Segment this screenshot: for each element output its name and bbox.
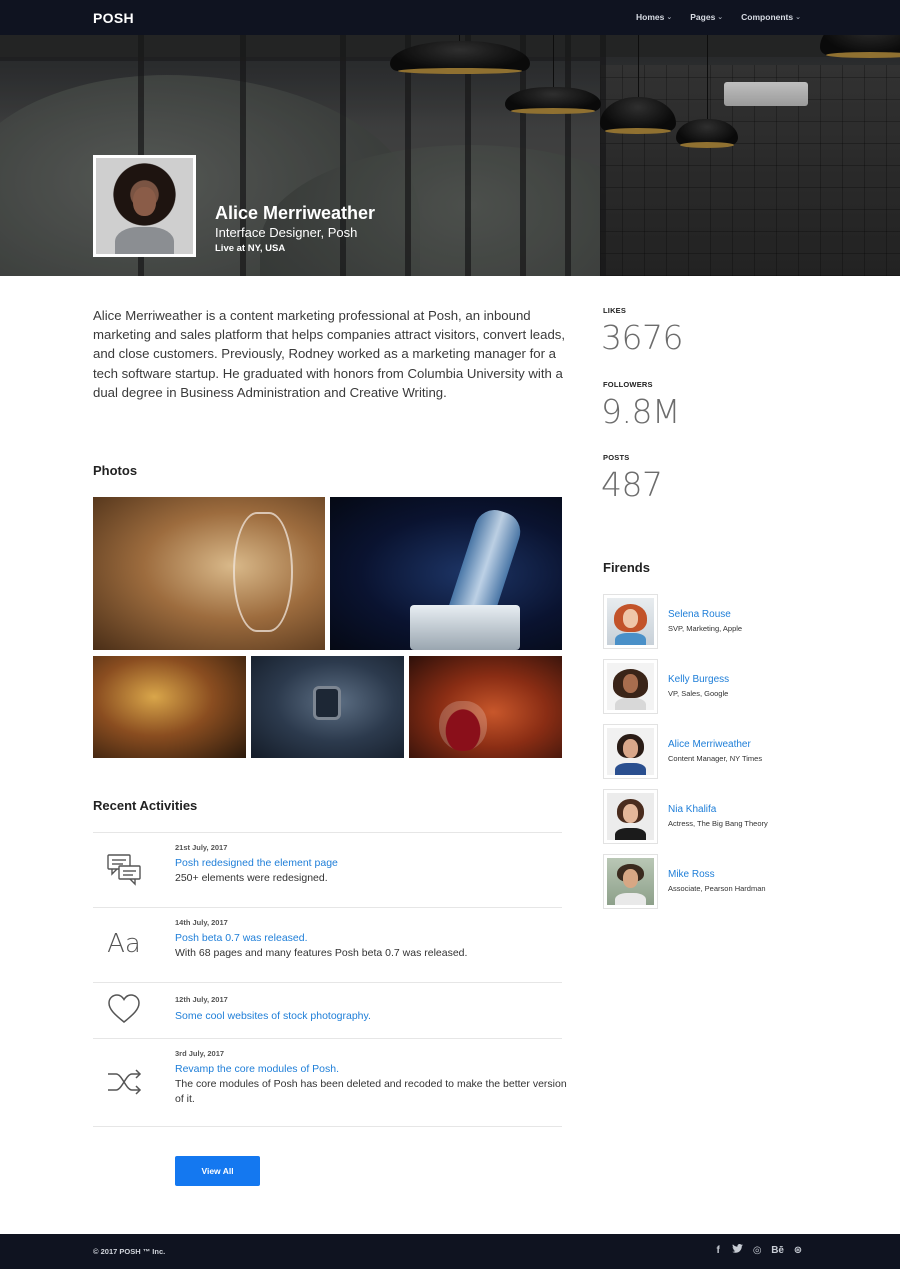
activity-item: Aa 14th July, 2017 Posh beta 0.7 was rel…	[93, 907, 562, 982]
friends-heading: Firends	[603, 560, 650, 575]
photo-brass[interactable]	[93, 656, 246, 758]
typography-icon: Aa	[107, 929, 141, 959]
activity-list: 21st July, 2017 Posh redesigned the elem…	[93, 832, 567, 1127]
profile-avatar[interactable]	[93, 155, 196, 257]
main-nav: Homes ⌄ Pages ⌄ Components ⌄	[618, 12, 801, 22]
photos-heading: Photos	[93, 463, 138, 478]
profile-role: Interface Designer, Posh	[215, 225, 358, 240]
twitter-icon[interactable]	[732, 1244, 744, 1256]
social-links: f ◎ Bē ⊛	[713, 1244, 803, 1256]
nav-homes-label: Homes	[636, 12, 665, 22]
friend-role: Associate, Pearson Hardman	[668, 884, 766, 893]
stat-posts-value: 487	[601, 465, 663, 504]
activity-date: 3rd July, 2017	[175, 1049, 225, 1058]
activity-item: 3rd July, 2017 Revamp the core modules o…	[93, 1038, 567, 1127]
photo-wine[interactable]	[409, 656, 562, 758]
chevron-down-icon: ⌄	[795, 14, 801, 21]
nav-pages-label: Pages	[690, 12, 716, 22]
nav-components-label: Components	[741, 12, 794, 22]
avatar[interactable]	[603, 659, 658, 714]
activity-desc: 250+ elements were redesigned.	[175, 872, 328, 884]
photo-watch[interactable]	[251, 656, 404, 758]
friend-item: Selena Rouse SVP, Marketing, Apple	[603, 594, 803, 650]
nav-homes[interactable]: Homes ⌄	[636, 12, 672, 22]
friend-role: VP, Sales, Google	[668, 689, 729, 698]
profile-bio: Alice Merriweather is a content marketin…	[93, 308, 566, 400]
activity-date: 14th July, 2017	[175, 918, 228, 927]
facebook-icon[interactable]: f	[713, 1245, 723, 1256]
activity-desc: With 68 pages and many features Posh bet…	[175, 947, 468, 959]
heart-icon	[105, 991, 143, 1027]
footer: © 2017 POSH ™ Inc. f ◎ Bē ⊛	[0, 1234, 900, 1269]
stat-likes-label: LIKES	[603, 306, 627, 315]
shuffle-icon	[105, 1064, 143, 1100]
activity-date: 21st July, 2017	[175, 843, 228, 852]
avatar[interactable]	[603, 789, 658, 844]
activity-link[interactable]: Revamp the core modules of Posh.	[175, 1063, 339, 1075]
friend-role: Content Manager, NY Times	[668, 754, 763, 763]
profile-location: Live at NY, USA	[215, 243, 286, 254]
instagram-icon[interactable]: ◎	[752, 1245, 762, 1256]
navbar: POSH Homes ⌄ Pages ⌄ Components ⌄	[0, 0, 900, 35]
activity-desc: The core modules of Posh has been delete…	[175, 1078, 567, 1105]
nav-pages[interactable]: Pages ⌄	[690, 12, 723, 22]
divider	[93, 1126, 562, 1127]
stat-followers-label: FOLLOWERS	[603, 380, 653, 389]
activity-link[interactable]: Posh beta 0.7 was released.	[175, 932, 308, 944]
profile-name: Alice Merriweather	[215, 203, 376, 223]
activity-date: 12th July, 2017	[175, 995, 228, 1004]
activity-item: 21st July, 2017 Posh redesigned the elem…	[93, 832, 562, 907]
avatar[interactable]	[603, 594, 658, 649]
activity-link[interactable]: Some cool websites of stock photography.	[175, 1010, 371, 1022]
behance-icon[interactable]: Bē	[771, 1245, 784, 1256]
activity-link[interactable]: Posh redesigned the element page	[175, 857, 338, 869]
dribbble-icon[interactable]: ⊛	[793, 1245, 803, 1256]
view-all-button[interactable]: View All	[175, 1156, 260, 1186]
friend-item: Kelly Burgess VP, Sales, Google	[603, 659, 803, 715]
friend-name[interactable]: Kelly Burgess	[668, 674, 729, 685]
chevron-down-icon: ⌄	[717, 14, 724, 21]
friend-name[interactable]: Nia Khalifa	[668, 804, 716, 815]
friend-role: SVP, Marketing, Apple	[668, 624, 743, 633]
friend-item: Mike Ross Associate, Pearson Hardman	[603, 854, 803, 910]
photo-bottle[interactable]	[330, 497, 562, 650]
friend-role: Actress, The Big Bang Theory	[668, 819, 768, 828]
friend-name[interactable]: Selena Rouse	[668, 609, 731, 620]
stat-likes-value: 3676	[601, 318, 683, 357]
avatar[interactable]	[603, 724, 658, 779]
nav-components[interactable]: Components ⌄	[741, 12, 801, 22]
activity-item: 12th July, 2017 Some cool websites of st…	[93, 982, 562, 1038]
activities-heading: Recent Activities	[93, 798, 198, 813]
stat-followers-value: 9.8M	[601, 392, 680, 431]
copyright-text: © 2017 POSH ™ Inc.	[93, 1247, 166, 1256]
friend-item: Alice Merriweather Content Manager, NY T…	[603, 724, 803, 780]
friend-name[interactable]: Mike Ross	[668, 869, 715, 880]
avatar[interactable]	[603, 854, 658, 909]
brand-logo[interactable]: POSH	[93, 10, 134, 26]
chat-icon	[105, 851, 143, 887]
photo-hourglass[interactable]	[93, 497, 325, 650]
friend-item: Nia Khalifa Actress, The Big Bang Theory	[603, 789, 803, 845]
chevron-down-icon: ⌄	[666, 14, 673, 21]
friend-name[interactable]: Alice Merriweather	[668, 739, 751, 750]
stat-posts-label: POSTS	[603, 453, 630, 462]
